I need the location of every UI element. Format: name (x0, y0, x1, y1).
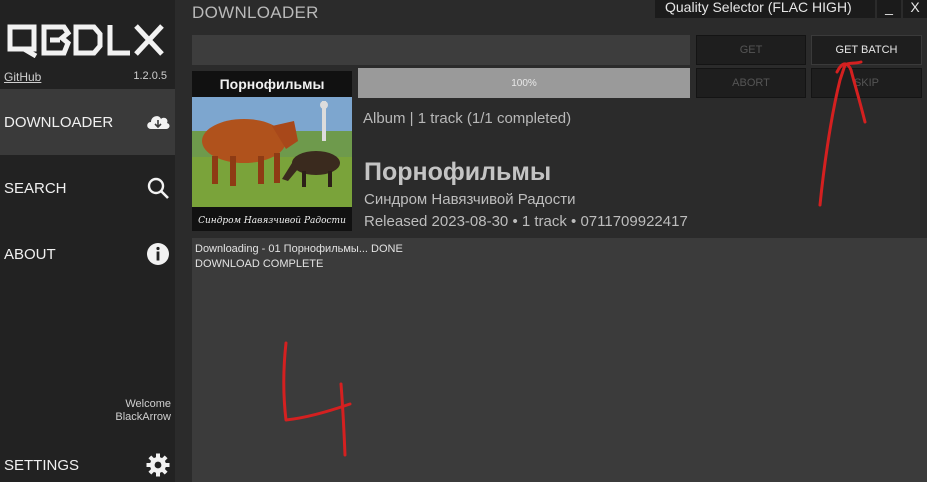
get-button[interactable]: GET (696, 35, 806, 65)
welcome-message: Welcome BlackArrow (115, 398, 171, 424)
version-label: 1.2.0.5 (133, 70, 167, 82)
log-line: DOWNLOAD COMPLETE (195, 258, 324, 270)
abort-button[interactable]: ABORT (696, 68, 806, 98)
sidebar-item-label: SETTINGS (4, 456, 80, 474)
quality-selector[interactable]: Quality Selector (FLAC HIGH) (655, 0, 875, 18)
sidebar-item-label: DOWNLOADER (4, 113, 114, 131)
log-line: Downloading - 01 Порнофильмы... DONE (195, 243, 403, 255)
get-batch-button[interactable]: GET BATCH (811, 35, 922, 65)
sidebar-item-downloader[interactable]: DOWNLOADER (0, 89, 175, 155)
sidebar-item-label: SEARCH (4, 179, 67, 197)
info-icon (145, 241, 171, 267)
sidebar-item-settings[interactable]: SETTINGS (0, 432, 175, 482)
page-title: DOWNLOADER (192, 3, 319, 22)
app-logo (7, 24, 164, 58)
album-meta: Album | 1 track (1/1 completed) (363, 110, 572, 127)
download-log: Downloading - 01 Порнофильмы... DONE DOW… (192, 238, 927, 482)
gear-icon (145, 452, 171, 478)
album-release-info: Released 2023-08-30 • 1 track • 07117099… (364, 213, 688, 230)
cover-caption-text: Синдром Навязчивой Радости (198, 216, 346, 226)
cloud-download-icon (145, 109, 171, 135)
album-cover: Порнофильмы Синдром Навязчивой Радости (192, 71, 352, 231)
username-label: BlackArrow (115, 411, 171, 423)
album-artist: Синдром Навязчивой Радости (364, 191, 576, 208)
github-link[interactable]: GitHub (4, 70, 41, 84)
progress-text: 100% (511, 77, 537, 89)
minimize-button[interactable]: _ (877, 0, 901, 18)
search-icon (145, 175, 171, 201)
close-button[interactable]: X (903, 0, 927, 18)
url-input[interactable] (192, 35, 690, 65)
skip-button[interactable]: SKIP (811, 68, 922, 98)
sidebar-item-label: ABOUT (4, 245, 56, 263)
sidebar-item-about[interactable]: ABOUT (0, 221, 175, 287)
album-title: Порнофильмы (364, 158, 552, 186)
sidebar: GitHub 1.2.0.5 DOWNLOADER SEARCH ABOUT W… (0, 0, 175, 482)
download-progress-bar: 100% (358, 68, 690, 98)
main-panel: DOWNLOADER Quality Selector (FLAC HIGH) … (175, 0, 927, 482)
welcome-label: Welcome (125, 398, 171, 410)
sidebar-item-search[interactable]: SEARCH (0, 155, 175, 221)
cover-banner-text: Порнофильмы (220, 76, 325, 92)
